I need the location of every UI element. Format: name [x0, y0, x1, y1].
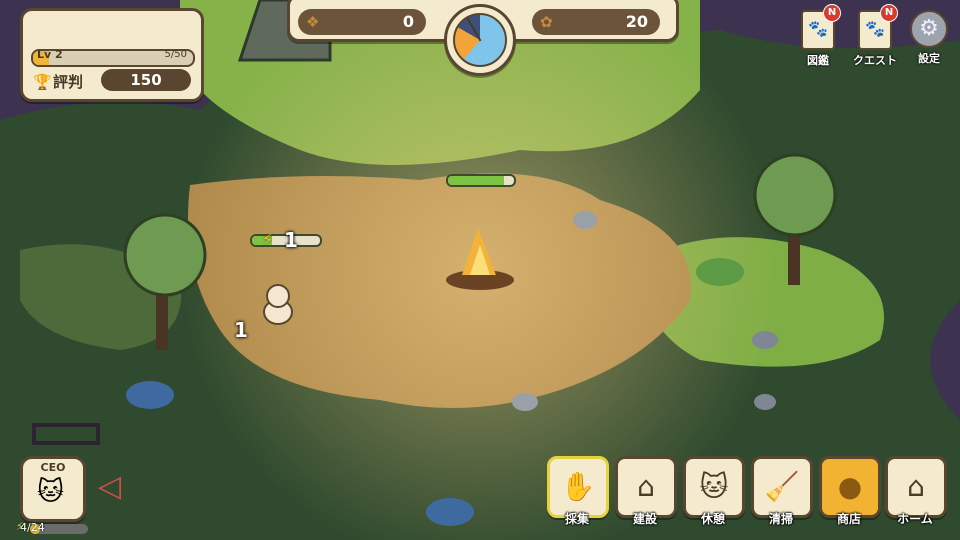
level-progress-text: 5/50 — [164, 49, 187, 60]
level-label: Lv 2 — [37, 48, 63, 61]
home-button[interactable]: ⌂ ホーム — [885, 456, 947, 527]
settings-label: 設定 — [918, 52, 940, 65]
ceo-stamina-count: 4/24 — [20, 521, 45, 534]
acorn-coin-icon: ● — [819, 456, 881, 518]
encyclopedia-button[interactable]: 🐾 N 図鑑 — [795, 4, 841, 68]
pinecone-resource: ❖ 0 — [298, 9, 426, 35]
paw-book-icon: 🐾 N — [801, 4, 841, 50]
quest-label: クエスト — [853, 54, 897, 67]
encyclopedia-label: 図鑑 — [807, 54, 829, 67]
acorn-icon: ✿ — [540, 13, 553, 31]
acorn-count: 20 — [625, 12, 648, 31]
cat-stamina-value: 1 — [284, 228, 298, 252]
gather-label: 採集 — [564, 512, 589, 526]
pinecone-icon: ❖ — [306, 13, 320, 31]
status-card: Lv 2 5/50 🏆 評判 150 — [20, 8, 204, 102]
hammer-house-icon: ⌂ — [615, 456, 677, 518]
reputation-value: 150 — [101, 69, 191, 91]
home-label: ホーム — [897, 512, 933, 526]
shop-label: 商店 — [836, 512, 861, 526]
sleeping-cat-icon: 🐱 — [683, 456, 745, 518]
cat-face-icon: 🐱 — [37, 477, 65, 507]
trophy-icon: 🏆 — [33, 73, 52, 91]
campfire-progress-fill — [448, 176, 505, 185]
build-label: 建設 — [632, 512, 657, 526]
ceo-label: CEO — [40, 461, 66, 474]
glove-icon: ✋ — [547, 456, 609, 518]
acorn-resource: ✿ 20 — [532, 9, 660, 35]
shop-button[interactable]: ● 商店 — [819, 456, 881, 527]
gather-count-popup: 1 — [234, 318, 248, 342]
clean-button[interactable]: 🧹 清掃 — [751, 456, 813, 527]
broom-icon: 🧹 — [751, 456, 813, 518]
settings-button[interactable]: ⚙ 設定 — [906, 10, 952, 66]
new-badge: N — [823, 4, 841, 22]
lightning-icon: ⚡ — [262, 230, 274, 249]
reputation-label: 評判 — [53, 73, 84, 91]
quest-scroll-icon: 🐾 N — [858, 4, 898, 50]
pinecone-count: 0 — [402, 12, 414, 31]
collapse-arrow-icon[interactable]: ◁ — [98, 472, 121, 502]
gather-button[interactable]: ✋ 採集 — [547, 456, 609, 527]
new-badge: N — [880, 4, 898, 22]
campfire-progress-bar — [446, 174, 516, 187]
rest-button[interactable]: 🐱 休憩 — [683, 456, 745, 527]
gear-icon: ⚙ — [910, 10, 948, 48]
house-icon: ⌂ — [885, 456, 947, 518]
quest-button[interactable]: 🐾 N クエスト — [852, 4, 898, 68]
build-button[interactable]: ⌂ 建設 — [615, 456, 677, 527]
rest-label: 休憩 — [700, 512, 725, 526]
ceo-card[interactable]: CEO 🐱 — [20, 456, 86, 522]
day-clock — [444, 4, 516, 76]
clean-label: 清掃 — [768, 512, 793, 526]
